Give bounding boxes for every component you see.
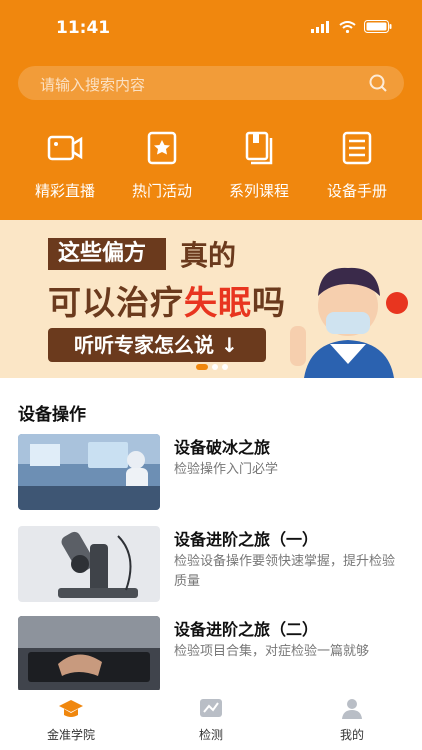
tab-bar: 金准学院 检测 我的 <box>0 690 422 750</box>
quick-action-label: 精彩直播 <box>34 182 95 200</box>
video-camera-icon <box>47 135 83 161</box>
search-icon[interactable] <box>368 73 388 93</box>
pagination-dot[interactable] <box>212 364 218 370</box>
section-title: 设备操作 <box>18 405 86 425</box>
course-title: 设备进阶之旅（一） <box>174 530 319 549</box>
quick-action-manual[interactable]: 设备手册 <box>312 128 402 201</box>
tab-label: 检测 <box>198 728 223 742</box>
banner-headline-1: 真的 <box>180 239 237 272</box>
quick-action-courses[interactable]: 系列课程 <box>214 128 304 201</box>
doctor-illustration <box>290 267 408 378</box>
course-card[interactable]: 设备进阶之旅（一） 检验设备操作要领快速掌握，提升检验质量 <box>18 526 404 602</box>
graduation-cap-icon <box>59 700 83 717</box>
chart-icon <box>200 699 222 717</box>
tab-detect[interactable]: 检测 <box>171 698 251 743</box>
pagination-dot-active[interactable] <box>196 364 208 370</box>
pagination-dot[interactable] <box>222 364 228 370</box>
course-description: 检验项目合集，对症检验一篇就够 <box>174 644 370 659</box>
quick-action-events[interactable]: 热门活动 <box>117 128 207 201</box>
course-thumbnail <box>18 616 160 692</box>
search-bar[interactable]: 请输入搜索内容 <box>18 66 404 100</box>
search-placeholder: 请输入搜索内容 <box>40 76 146 94</box>
banner-tag: 这些偏方 <box>48 238 166 270</box>
banner-headline-2b: 失眠 <box>184 283 252 322</box>
quick-action-label: 热门活动 <box>131 182 192 200</box>
course-description: 检验操作入门必学 <box>174 462 279 477</box>
course-description: 检验设备操作要领快速掌握，提升检验质量 <box>174 554 396 589</box>
status-time: 11:41 <box>56 18 111 38</box>
banner-pagination <box>196 364 228 370</box>
quick-action-live[interactable]: 精彩直播 <box>20 128 110 201</box>
course-title: 设备破冰之旅 <box>174 438 271 457</box>
tab-label: 我的 <box>339 728 364 742</box>
user-icon <box>342 699 362 719</box>
tab-label: 金准学院 <box>46 728 95 742</box>
quick-action-label: 系列课程 <box>228 182 289 200</box>
star-card-icon <box>147 131 177 165</box>
tab-profile[interactable]: 我的 <box>312 698 392 743</box>
course-title: 设备进阶之旅（二） <box>174 620 319 639</box>
wifi-icon <box>339 20 356 33</box>
quick-actions: 精彩直播 热门活动 系列课程 设备手册 <box>0 128 422 208</box>
course-thumbnail <box>18 434 160 510</box>
book-stack-icon <box>245 131 273 165</box>
status-bar: 11:41 <box>0 0 422 56</box>
course-thumbnail <box>18 526 160 602</box>
course-card[interactable]: 设备进阶之旅（二） 检验项目合集，对症检验一篇就够 <box>18 616 404 692</box>
status-icons <box>311 20 392 33</box>
course-card[interactable]: 设备破冰之旅 检验操作入门必学 <box>18 434 404 510</box>
manual-icon <box>342 131 372 165</box>
banner-headline-2c: 吗 <box>252 283 286 322</box>
banner-headline-2a: 可以治疗 <box>48 283 184 322</box>
quick-action-label: 设备手册 <box>326 182 387 200</box>
promo-banner[interactable]: 这些偏方 真的 可以治疗失眠吗 听听专家怎么说 ↓ <box>0 220 422 378</box>
tab-academy[interactable]: 金准学院 <box>31 698 111 743</box>
signal-icon <box>311 20 329 33</box>
banner-headline-2: 可以治疗失眠吗 <box>48 276 286 324</box>
banner-cta: 听听专家怎么说 ↓ <box>48 328 266 362</box>
battery-icon <box>364 20 392 33</box>
